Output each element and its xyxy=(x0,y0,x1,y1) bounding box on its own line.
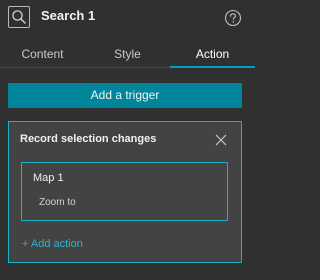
action-label[interactable]: Zoom to xyxy=(39,197,76,208)
add-trigger-button[interactable]: Add a trigger xyxy=(8,83,242,108)
tab-style[interactable]: Style xyxy=(85,42,170,67)
tab-content[interactable]: Content xyxy=(0,42,85,67)
search-icon[interactable] xyxy=(8,6,30,28)
widget-title: Search 1 xyxy=(41,8,96,23)
target-map-label: Map 1 xyxy=(33,172,64,184)
tab-bar: Content Style Action xyxy=(0,42,255,68)
trigger-card: Record selection changes Map 1 Zoom to +… xyxy=(8,121,242,263)
close-icon[interactable] xyxy=(214,133,228,147)
active-tab-indicator xyxy=(170,66,255,68)
add-action-link[interactable]: + Add action xyxy=(22,238,83,250)
help-icon[interactable] xyxy=(224,9,242,27)
trigger-title: Record selection changes xyxy=(20,133,157,145)
tab-action[interactable]: Action xyxy=(170,42,255,67)
action-target-box[interactable]: Map 1 Zoom to xyxy=(21,162,228,221)
panel-header: Search 1 xyxy=(0,0,255,38)
